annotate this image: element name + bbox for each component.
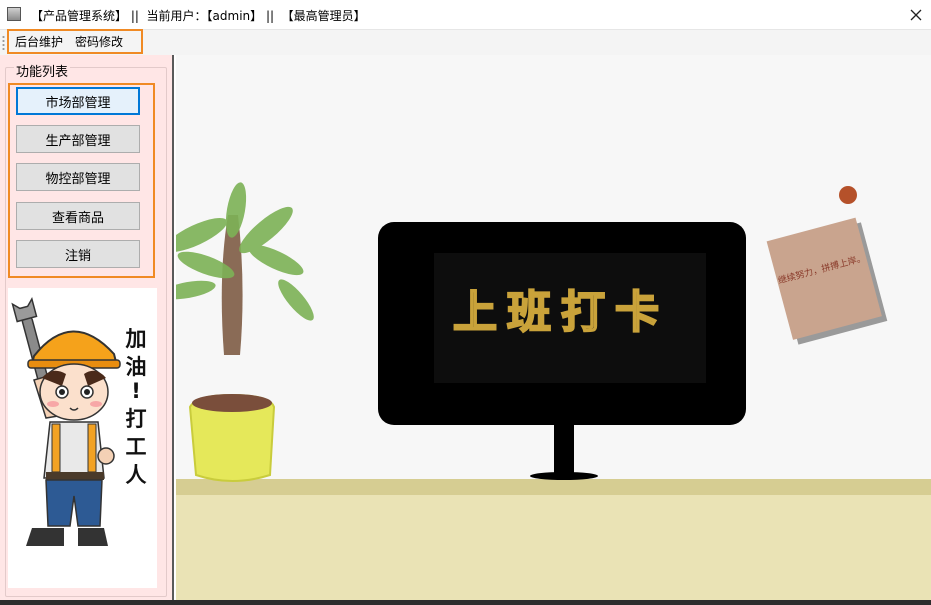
worker-cartoon: 加 油 ! 打 工 人: [11, 297, 147, 546]
desk-surface: [176, 495, 931, 605]
menu-highlight-frame: 后台维护 密码修改: [7, 29, 143, 54]
svg-text:打: 打: [126, 407, 147, 431]
material-control-dept-button[interactable]: 物控部管理: [16, 163, 140, 191]
function-list-title: 功能列表: [14, 61, 71, 80]
monitor-checkin-text: 上班打卡: [453, 287, 669, 338]
title-bar: 【产品管理系统】 || 当前用户：【admin】 || 【最高管理员】: [0, 0, 931, 30]
menu-item-backend-maintenance[interactable]: 后台维护: [9, 33, 69, 50]
svg-text:加: 加: [125, 327, 147, 351]
close-icon: [910, 9, 922, 21]
market-dept-button[interactable]: 市场部管理: [16, 87, 140, 115]
menu-grip-handle: [2, 35, 5, 51]
svg-text:油: 油: [126, 355, 147, 379]
worker-illustration: 加 油 ! 打 工 人: [8, 288, 157, 588]
desk-edge: [176, 479, 931, 495]
office-scene-illustration: 上班打卡 继续努力，拼搏上岸。: [176, 55, 931, 605]
production-dept-button[interactable]: 生产部管理: [16, 125, 140, 153]
main-scene: 上班打卡 继续努力，拼搏上岸。: [176, 55, 931, 605]
svg-text:工: 工: [126, 435, 147, 459]
menu-bar: 后台维护 密码修改: [0, 29, 931, 55]
app-window-icon: [7, 7, 21, 21]
logout-button[interactable]: 注销: [16, 240, 140, 268]
view-products-button[interactable]: 查看商品: [16, 202, 140, 230]
svg-text:!: !: [131, 379, 141, 403]
bottom-frame: [0, 600, 931, 605]
sidebar: 功能列表 市场部管理 生产部管理 物控部管理 查看商品 注销 加 油 ! 打 工…: [0, 55, 174, 600]
window-title: 【产品管理系统】 || 当前用户：【admin】 || 【最高管理员】: [31, 9, 366, 23]
menu-item-change-password[interactable]: 密码修改: [69, 33, 129, 50]
close-button[interactable]: [901, 0, 931, 30]
pin-icon: [839, 186, 857, 204]
svg-text:人: 人: [126, 463, 147, 487]
